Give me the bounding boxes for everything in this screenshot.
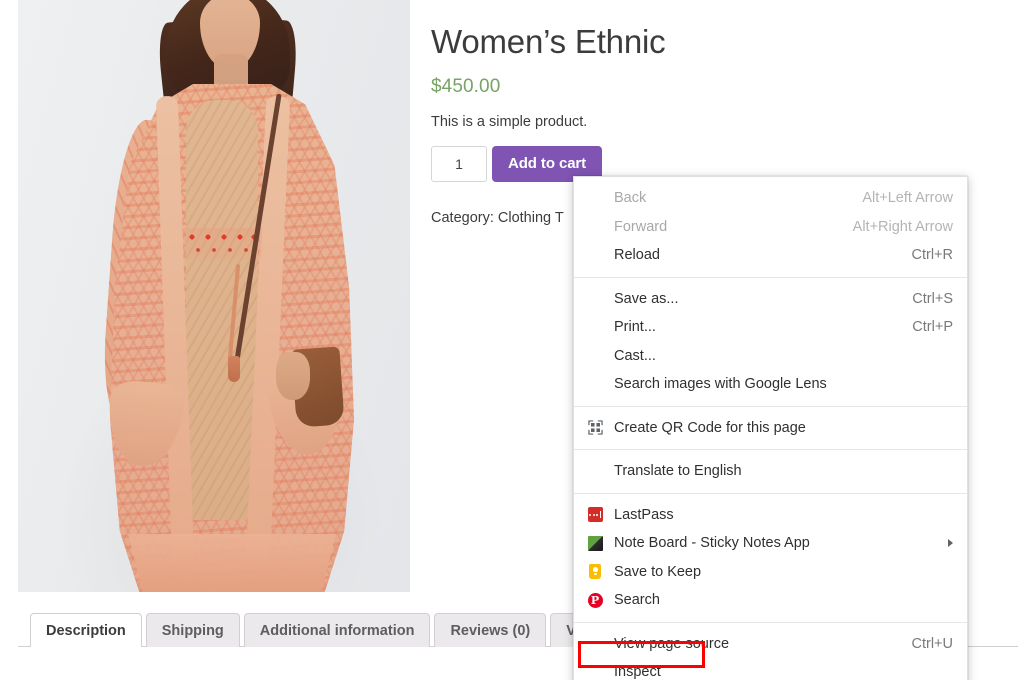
menu-item-back: Back Alt+Left Arrow	[574, 184, 967, 213]
menu-item-cast[interactable]: Cast...	[574, 342, 967, 371]
google-keep-icon	[584, 563, 606, 581]
menu-item-label: Translate to English	[614, 463, 953, 479]
menu-item-shortcut: Ctrl+U	[912, 636, 954, 652]
menu-item-shortcut: Ctrl+R	[912, 247, 954, 263]
page-root: Women’s Ethnic $450.00 This is a simple …	[0, 0, 1024, 680]
note-board-icon	[584, 534, 606, 552]
menu-item-label: Save as...	[614, 291, 890, 307]
menu-item-search-images-with-google-lens[interactable]: Search images with Google Lens	[574, 370, 967, 399]
product-short-description: This is a simple product.	[431, 114, 991, 130]
menu-separator	[574, 449, 967, 450]
pinterest-icon: P	[584, 591, 606, 609]
model-hand	[276, 352, 310, 400]
garment-hem	[114, 534, 350, 592]
qr-code-icon	[584, 419, 606, 437]
menu-item-lastpass[interactable]: LastPass	[574, 501, 967, 530]
menu-item-search[interactable]: P Search	[574, 586, 967, 615]
browser-context-menu[interactable]: Back Alt+Left Arrow Forward Alt+Right Arrow…	[573, 176, 968, 680]
menu-item-label: Reload	[614, 247, 890, 263]
menu-item-shortcut: Ctrl+P	[912, 319, 953, 335]
menu-item-translate-to-english[interactable]: Translate to English	[574, 457, 967, 486]
menu-item-label: View page source	[614, 636, 890, 652]
menu-item-label: Note Board - Sticky Notes App	[614, 535, 938, 551]
tab-reviews-0[interactable]: Reviews (0)	[434, 613, 546, 647]
menu-item-label: Save to Keep	[614, 564, 953, 580]
menu-item-forward: Forward Alt+Right Arrow	[574, 213, 967, 242]
menu-item-save-as[interactable]: Save as... Ctrl+S	[574, 285, 967, 314]
product-photo-background	[18, 0, 410, 592]
page-title: Women’s Ethnic	[431, 22, 991, 62]
tab-shipping[interactable]: Shipping	[146, 613, 240, 647]
menu-item-reload[interactable]: Reload Ctrl+R	[574, 241, 967, 270]
menu-item-shortcut: Alt+Left Arrow	[862, 190, 953, 206]
submenu-arrow-icon	[948, 539, 953, 547]
product-price: $450.00	[431, 76, 991, 98]
menu-item-label: Search	[614, 592, 953, 608]
tab-additional-information[interactable]: Additional information	[244, 613, 431, 647]
menu-item-label: Inspect	[614, 664, 953, 680]
menu-item-create-qr-code-for-this-page[interactable]: Create QR Code for this page	[574, 414, 967, 443]
menu-item-label: Cast...	[614, 348, 953, 364]
menu-item-label: Forward	[614, 219, 831, 235]
menu-separator	[574, 277, 967, 278]
tab-description[interactable]: Description	[30, 613, 142, 647]
menu-item-view-page-source[interactable]: View page source Ctrl+U	[574, 630, 967, 659]
menu-separator	[574, 493, 967, 494]
lastpass-icon	[584, 506, 606, 524]
menu-item-shortcut: Ctrl+S	[912, 291, 953, 307]
menu-item-label: Back	[614, 190, 840, 206]
menu-item-shortcut: Alt+Right Arrow	[853, 219, 953, 235]
menu-item-label: Search images with Google Lens	[614, 376, 953, 392]
menu-item-label: Create QR Code for this page	[614, 420, 953, 436]
product-image[interactable]	[18, 0, 410, 592]
garment-tassel	[228, 356, 240, 382]
menu-separator	[574, 622, 967, 623]
menu-separator	[574, 406, 967, 407]
quantity-input[interactable]	[431, 146, 487, 182]
menu-item-inspect[interactable]: Inspect	[574, 658, 967, 680]
menu-item-label: LastPass	[614, 507, 953, 523]
menu-item-print[interactable]: Print... Ctrl+P	[574, 313, 967, 342]
menu-item-label: Print...	[614, 319, 890, 335]
menu-item-note-board-sticky-notes-app[interactable]: Note Board - Sticky Notes App	[574, 529, 967, 558]
menu-item-save-to-keep[interactable]: Save to Keep	[574, 558, 967, 587]
